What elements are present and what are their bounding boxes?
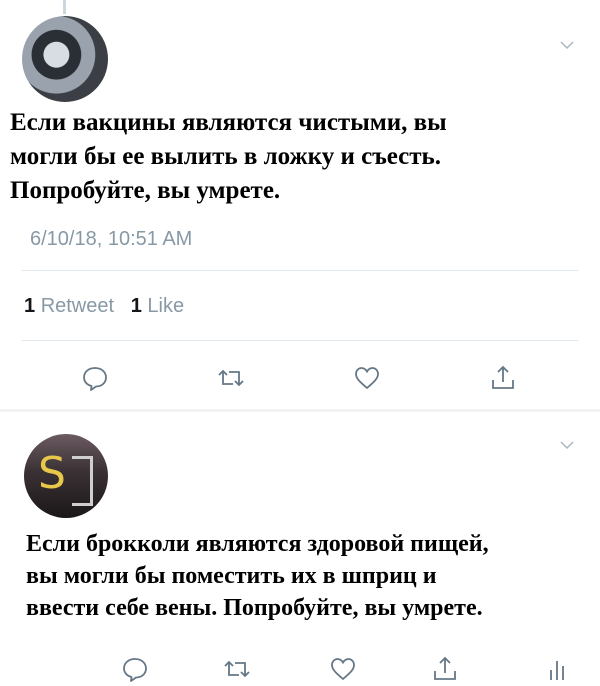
retweet-count[interactable]: 1 (24, 295, 35, 317)
avatar-bracket (72, 456, 93, 506)
analytics-icon[interactable] (540, 652, 574, 686)
tweet-actions (0, 361, 600, 395)
thread-line (63, 0, 66, 14)
chevron-down-icon[interactable] (558, 36, 576, 54)
tweet-text: Если брокколи являются здоровой пищей, в… (26, 531, 489, 621)
avatar-logo: S (38, 448, 66, 499)
avatar[interactable]: S (24, 434, 108, 518)
tweet-actions (0, 652, 600, 686)
avatar[interactable] (22, 16, 108, 102)
tweet-text: Если вакцины являются чистыми, вы могли … (10, 109, 447, 204)
like-icon[interactable] (350, 361, 384, 395)
tweet-1: Если вакцины являются чистыми, вы могли … (0, 0, 600, 412)
reply-icon[interactable] (78, 361, 112, 395)
retweet-icon[interactable] (214, 361, 248, 395)
retweet-label[interactable]: Retweet (41, 295, 114, 317)
tweet-2: S Если брокколи являются здоровой пищей,… (0, 412, 600, 682)
retweet-icon[interactable] (220, 652, 254, 686)
share-icon[interactable] (428, 652, 462, 686)
like-label[interactable]: Like (147, 295, 184, 317)
like-count[interactable]: 1 (131, 295, 142, 317)
divider (22, 270, 578, 271)
share-icon[interactable] (486, 361, 520, 395)
divider (22, 340, 578, 341)
tweet-timestamp[interactable]: 6/10/18, 10:51 AM (30, 228, 192, 251)
reply-icon[interactable] (118, 652, 152, 686)
tweet-stats: 1 Retweet 1 Like (24, 295, 184, 318)
chevron-down-icon[interactable] (558, 436, 576, 454)
like-icon[interactable] (326, 652, 360, 686)
